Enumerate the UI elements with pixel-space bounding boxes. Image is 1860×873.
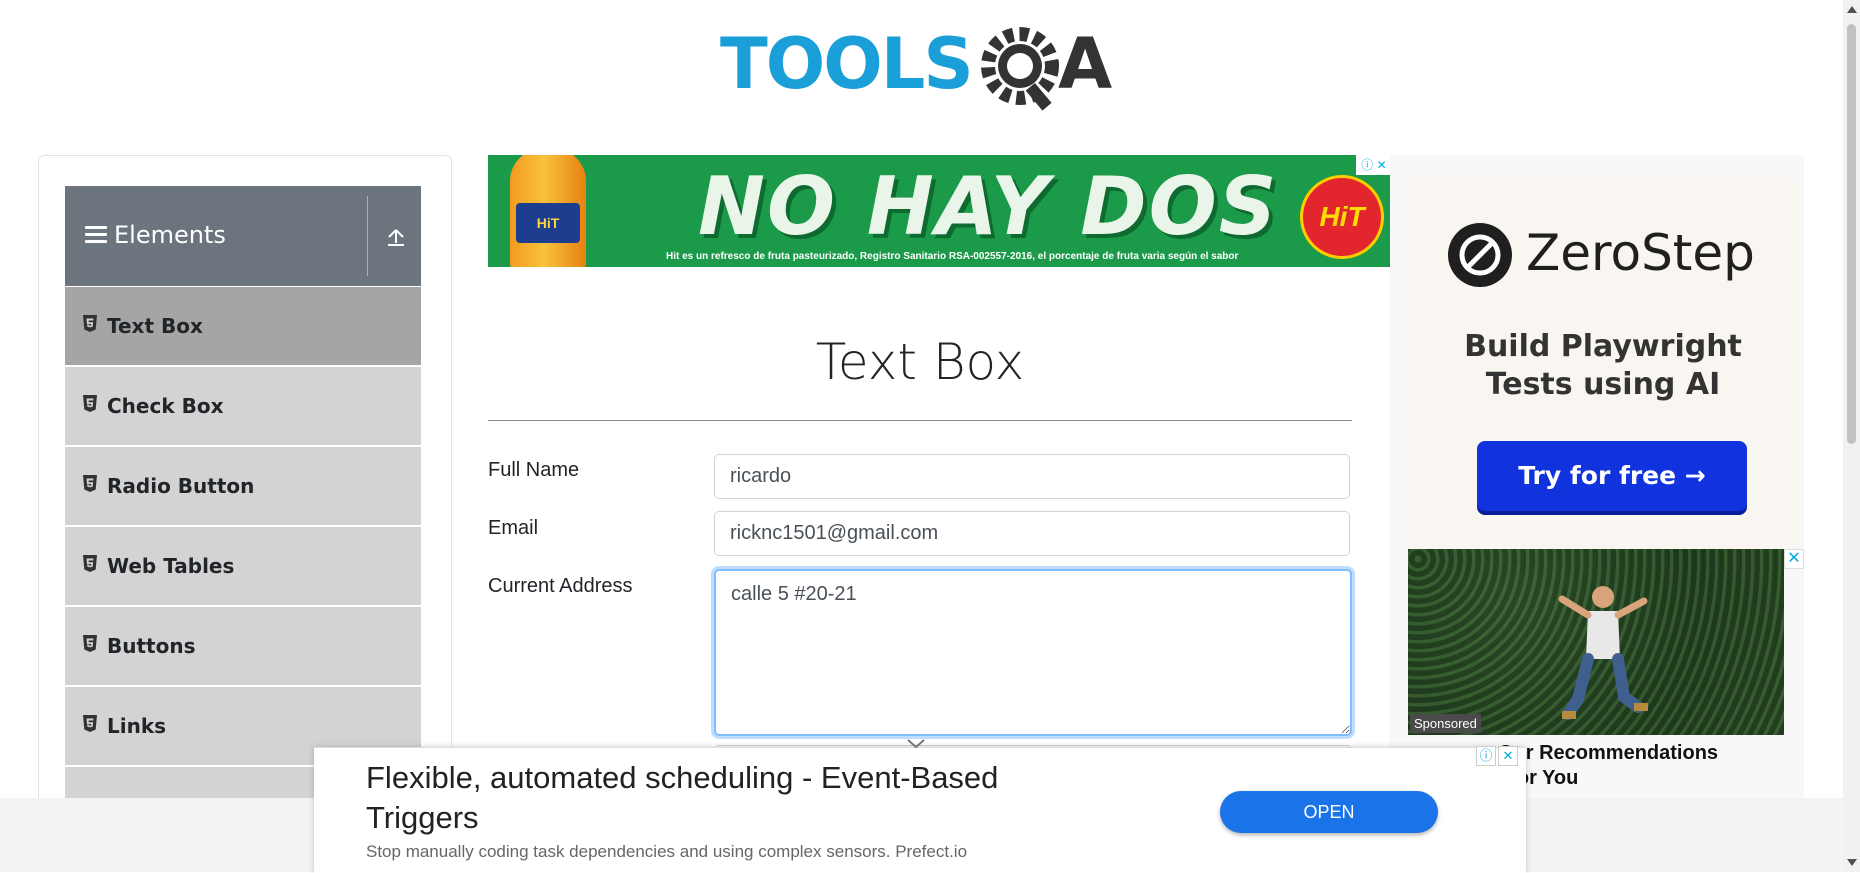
banner-ad[interactable]: HiT NO HAY DOS Hit es un refresco de fru… <box>488 155 1392 267</box>
svg-text:A: A <box>1058 23 1112 105</box>
group-title: Elements <box>114 221 226 249</box>
vertical-scrollbar[interactable] <box>1843 0 1860 872</box>
collapse-arrow-up-icon[interactable] <box>385 226 407 248</box>
tagline-line-1: Build Playwright <box>1464 329 1742 364</box>
html5-icon <box>83 475 97 492</box>
banner-small-print: Hit es un refresco de fruta pasteurizado… <box>666 251 1239 262</box>
bottom-anchor-ad[interactable]: Flexible, automated scheduling - Event-B… <box>314 739 1526 873</box>
try-for-free-button[interactable]: Try for free → <box>1477 441 1747 511</box>
header-divider <box>367 196 368 276</box>
ad-headline: Flexible, automated scheduling - Event-B… <box>366 760 999 835</box>
sidebar-item-radio-button[interactable]: Radio Button <box>65 447 421 525</box>
bottle-label: HiT <box>516 203 580 243</box>
title-divider <box>488 420 1352 421</box>
ad-controls: ⓘ ✕ <box>1476 746 1518 766</box>
sidebar-item-buttons[interactable]: Buttons <box>65 607 421 685</box>
zerostep-tagline: Build Playwright Tests using AI <box>1408 328 1798 404</box>
jumping-man-image <box>1558 586 1648 720</box>
current-address-textarea[interactable]: calle 5 #20-21 <box>714 569 1352 736</box>
sidebar-item-label: Links <box>107 714 167 738</box>
sidebar-item-label: Check Box <box>107 394 224 418</box>
adchoices-icon[interactable]: ⓘ ✕ <box>1356 155 1392 175</box>
close-icon[interactable]: ✕ <box>1498 746 1518 766</box>
sidebar-item-label: Buttons <box>107 634 196 658</box>
zerostep-ad[interactable]: ZeroStep Build Playwright Tests using AI… <box>1408 178 1798 550</box>
html5-icon <box>83 555 97 572</box>
tagline-line-2: Tests using AI <box>1485 367 1721 402</box>
email-input[interactable] <box>714 511 1350 556</box>
banner-headline: NO HAY DOS <box>698 160 1279 253</box>
scroll-up-arrow-icon[interactable] <box>1847 6 1857 13</box>
full-name-label: Full Name <box>488 459 580 481</box>
zerostep-brand: ZeroStep <box>1526 224 1755 282</box>
sidebar-item-label: Text Box <box>107 314 203 338</box>
svg-text:TOOLS: TOOLS <box>720 23 972 105</box>
chevron-down-icon[interactable] <box>906 738 926 750</box>
zerostep-logo-icon <box>1448 223 1512 287</box>
sponsored-tag: Sponsored <box>1410 714 1481 733</box>
toolsqa-logo[interactable]: TOOLS A <box>720 18 1126 114</box>
hit-brand-logo: HiT <box>1300 175 1384 259</box>
open-button[interactable]: OPEN <box>1220 791 1438 833</box>
sidebar-item-check-box[interactable]: Check Box <box>65 367 421 445</box>
full-name-input[interactable] <box>714 454 1350 499</box>
sponsored-image[interactable]: Sponsored <box>1408 549 1784 735</box>
info-icon[interactable]: ⓘ <box>1476 746 1496 766</box>
html5-icon <box>83 395 97 412</box>
html5-icon <box>83 715 97 732</box>
hamburger-icon <box>85 226 107 244</box>
elements-group-header[interactable]: Elements <box>65 186 421 286</box>
sidebar-item-text-box[interactable]: Text Box <box>65 287 421 365</box>
html5-icon <box>83 315 97 332</box>
ad-description: Stop manually coding task dependencies a… <box>366 842 968 861</box>
sidebar-item-web-tables[interactable]: Web Tables <box>65 527 421 605</box>
page-title: Text Box <box>815 333 1025 391</box>
toolsqa-logo-graphic: TOOLS A <box>720 23 1112 111</box>
scroll-down-arrow-icon[interactable] <box>1847 859 1857 866</box>
current-address-label: Current Address <box>488 575 633 597</box>
sidebar-item-label: Radio Button <box>107 474 255 498</box>
email-label: Email <box>488 517 539 539</box>
html5-icon <box>83 635 97 652</box>
scrollbar-thumb[interactable] <box>1847 24 1856 444</box>
sidebar-item-label: Web Tables <box>107 554 235 578</box>
close-icon[interactable]: ✕ <box>1784 549 1804 569</box>
